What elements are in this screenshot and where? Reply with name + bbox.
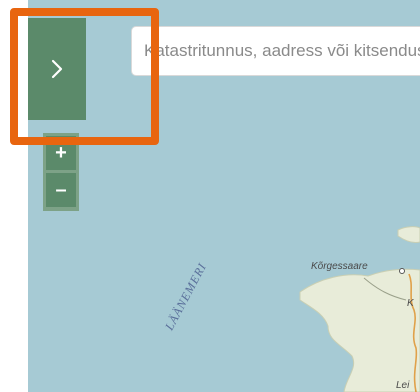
place-label-k: K xyxy=(407,298,414,309)
island-hiiumaa xyxy=(299,268,420,392)
left-gutter xyxy=(0,0,28,392)
place-label-lei: Lei xyxy=(396,380,410,391)
map-viewport: + – LÄÄNEMERI Kõrgessaare K Lei xyxy=(0,0,420,392)
island-north-tip xyxy=(397,226,420,243)
search-input[interactable] xyxy=(144,27,420,75)
zoom-in-button[interactable]: + xyxy=(46,136,76,170)
place-label-korgessaare: Kõrgessaare xyxy=(311,261,368,272)
place-marker-korgessaare xyxy=(399,268,405,274)
zoom-out-button[interactable]: – xyxy=(46,173,76,207)
search-field[interactable] xyxy=(131,26,420,76)
chevron-right-icon xyxy=(51,59,63,79)
zoom-control: + – xyxy=(43,133,79,211)
sidebar-toggle-button[interactable] xyxy=(28,18,86,120)
